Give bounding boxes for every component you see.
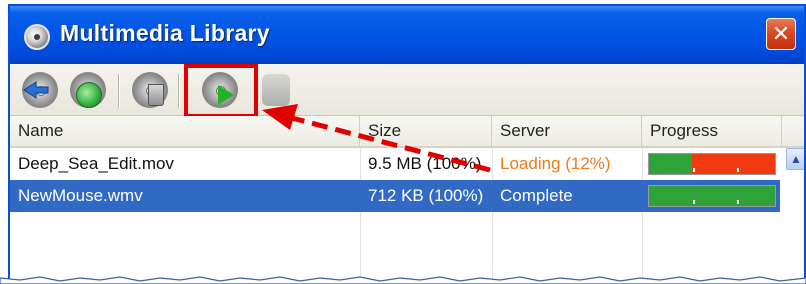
toolbar-separator	[178, 74, 180, 108]
scroll-up-button[interactable]: ▲	[786, 148, 804, 170]
file-size: 9.5 MB (100%)	[368, 154, 482, 173]
delete-button[interactable]	[128, 68, 172, 112]
sync-button[interactable]	[18, 68, 62, 112]
progress-bar	[648, 185, 776, 207]
play-button-highlight	[184, 64, 258, 118]
toolbar	[10, 64, 804, 116]
torn-edge	[0, 276, 806, 284]
progress-tick	[693, 200, 695, 204]
disabled-button	[254, 68, 298, 112]
app-disc-icon	[24, 24, 50, 50]
media-list: Name Size Server Progress Deep_Sea_Edit.…	[10, 116, 804, 280]
column-header-server[interactable]: Server	[492, 116, 642, 146]
toolbar-separator	[118, 74, 120, 108]
progress-fill-green	[649, 186, 775, 206]
globe-refresh-icon	[76, 82, 102, 108]
server-status: Loading (12%)	[500, 154, 611, 173]
list-header: Name Size Server Progress	[10, 116, 804, 148]
disabled-stop-icon	[262, 74, 290, 106]
refresh-button[interactable]	[66, 68, 110, 112]
progress-fill-red	[691, 154, 775, 174]
progress-fill-green	[649, 154, 692, 174]
multimedia-library-window: Multimedia Library ✕ Name Size Server Pr…	[8, 4, 806, 280]
table-row[interactable]: Deep_Sea_Edit.mov 9.5 MB (100%) Loading …	[10, 148, 780, 180]
progress-bar	[648, 153, 776, 175]
progress-tick	[737, 200, 739, 204]
file-name: Deep_Sea_Edit.mov	[18, 154, 174, 173]
table-row[interactable]: NewMouse.wmv 712 KB (100%) Complete	[10, 180, 780, 212]
file-size: 712 KB (100%)	[368, 186, 484, 205]
column-header-size[interactable]: Size	[360, 116, 492, 146]
title-bar[interactable]: Multimedia Library ✕	[10, 6, 804, 64]
close-button[interactable]: ✕	[766, 18, 796, 50]
file-name: NewMouse.wmv	[18, 186, 143, 205]
arrow-overlay-icon	[23, 81, 49, 99]
progress-tick	[737, 168, 739, 172]
column-header-name[interactable]: Name	[10, 116, 360, 146]
server-status: Complete	[500, 186, 573, 205]
trash-icon	[148, 84, 164, 106]
window-title: Multimedia Library	[60, 20, 270, 46]
column-header-progress[interactable]: Progress	[642, 116, 782, 146]
progress-tick	[693, 168, 695, 172]
